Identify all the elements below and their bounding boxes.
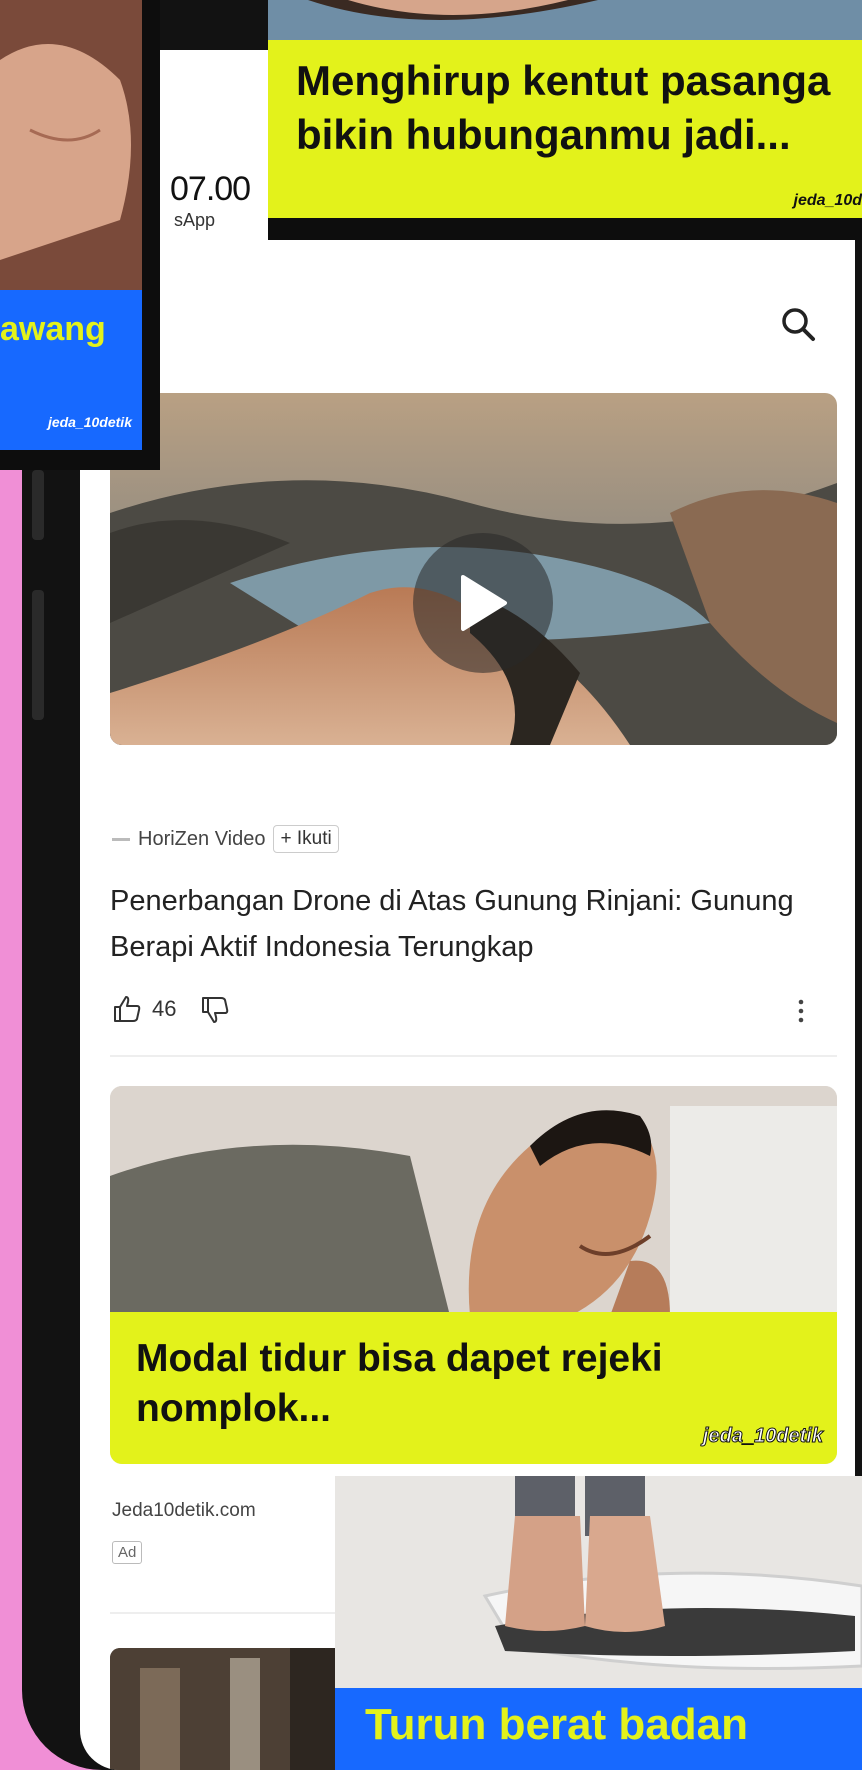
overlay-top-title-line-1: Menghirup kentut pasanga bbox=[296, 57, 831, 104]
overlay-left-title: awang bbox=[0, 310, 106, 348]
play-button[interactable] bbox=[413, 533, 553, 673]
overlay-top-title-line-2: bikin hubunganmu jadi... bbox=[296, 111, 791, 158]
more-options-icon[interactable] bbox=[796, 996, 806, 1026]
thumbs-down-icon[interactable] bbox=[200, 994, 230, 1024]
overlay-left-banner: awang jeda_10detik bbox=[0, 290, 142, 450]
feed-divider bbox=[110, 1055, 837, 1057]
article-headline[interactable]: Penerbangan Drone di Atas Gunung Rinjani… bbox=[110, 878, 810, 970]
overlay-card-top: Menghirup kentut pasanga bikin hubunganm… bbox=[268, 0, 862, 240]
ad-source[interactable]: Jeda10detik.com bbox=[112, 1500, 256, 1522]
overlay-bottom-title: Turun berat badan bbox=[365, 1700, 748, 1749]
brand-watermark: jeda_10detik bbox=[702, 1425, 823, 1448]
reaction-bar: 46 bbox=[112, 994, 230, 1024]
thumbs-up-icon[interactable] bbox=[112, 994, 142, 1024]
overlay-card-left: awang jeda_10detik bbox=[0, 0, 160, 470]
overlay-bottom-photo bbox=[335, 1476, 862, 1688]
ad-card[interactable]: Modal tidur bisa dapet rejeki nomplok...… bbox=[110, 1086, 837, 1464]
brand-watermark: jeda_10d bbox=[793, 192, 862, 209]
overlay-top-banner: Menghirup kentut pasanga bikin hubunganm… bbox=[268, 40, 862, 218]
ad-banner: Modal tidur bisa dapet rejeki nomplok...… bbox=[110, 1312, 837, 1464]
source-name[interactable]: HoriZen Video bbox=[138, 828, 265, 851]
play-icon bbox=[461, 575, 507, 631]
notification-time: 07.00 bbox=[170, 170, 251, 208]
video-source-row: HoriZen Video + Ikuti bbox=[112, 825, 339, 853]
ad-title: Modal tidur bisa dapet rejeki nomplok... bbox=[136, 1337, 663, 1430]
source-logo-icon bbox=[112, 837, 130, 841]
notification-app-name: sApp bbox=[174, 210, 216, 230]
overlay-card-bottom: Turun berat badan bbox=[335, 1476, 862, 1770]
like-count: 46 bbox=[152, 996, 177, 1021]
phone-side-button bbox=[32, 470, 44, 540]
follow-button[interactable]: + Ikuti bbox=[273, 825, 339, 853]
overlay-left-photo bbox=[0, 0, 142, 290]
overlay-bottom-banner: Turun berat badan bbox=[335, 1688, 862, 1770]
brand-watermark: jeda_10detik bbox=[47, 414, 132, 430]
search-icon[interactable] bbox=[778, 304, 818, 344]
overlay-top-photo bbox=[268, 0, 862, 40]
phone-side-button bbox=[32, 590, 44, 720]
ad-badge: Ad bbox=[112, 1541, 143, 1564]
ad-image bbox=[110, 1086, 837, 1316]
video-thumbnail[interactable] bbox=[110, 393, 837, 745]
